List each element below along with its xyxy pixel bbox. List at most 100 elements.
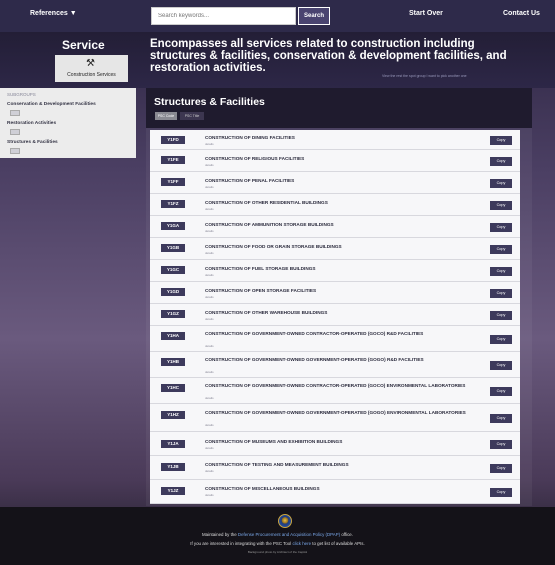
- api-click-here-link[interactable]: click here: [292, 541, 311, 546]
- psc-code-badge: Y1HA: [161, 332, 185, 340]
- service-card-label: Construction Services: [67, 72, 116, 78]
- copy-button[interactable]: Copy: [490, 488, 512, 497]
- table-row: Y1JZ CONSTRUCTION OF MISCELLANEOUS BUILD…: [150, 480, 520, 504]
- psc-details-link[interactable]: details: [205, 396, 214, 400]
- top-nav-bar: References ▼ Search Start Over Contact U…: [0, 0, 555, 32]
- psc-code-badge: Y1FE: [161, 156, 185, 164]
- psc-details-link[interactable]: details: [205, 469, 214, 473]
- psc-code-badge: Y1GB: [161, 244, 185, 252]
- psc-code-badge: Y1HZ: [161, 411, 185, 419]
- agency-seal-icon: [278, 514, 292, 528]
- copy-button[interactable]: Copy: [490, 157, 512, 166]
- footer-photo-credit: Background photo by Architect of the Cap…: [247, 550, 308, 554]
- references-menu[interactable]: References ▼: [30, 10, 77, 17]
- table-row: Y1FZ CONSTRUCTION OF OTHER RESIDENTIAL B…: [150, 194, 520, 216]
- psc-code-badge: Y1FZ: [161, 200, 185, 208]
- psc-code-badge: Y1HB: [161, 358, 185, 366]
- footer-text: If you are interested in integrating wit…: [190, 541, 292, 546]
- psc-code-badge: Y1JA: [161, 440, 185, 448]
- footer-text: to get list of available APIs.: [312, 541, 365, 546]
- psc-code-badge: Y1GD: [161, 288, 185, 296]
- psc-details-link[interactable]: details: [205, 446, 214, 450]
- footer-text: office.: [341, 532, 353, 537]
- psc-title: CONSTRUCTION OF RELIGIOUS FACILITIES: [205, 156, 305, 161]
- subgroup-count-badge: [10, 148, 20, 154]
- psc-details-link[interactable]: details: [205, 423, 214, 427]
- psc-details-link[interactable]: details: [205, 142, 214, 146]
- psc-title: CONSTRUCTION OF OTHER RESIDENTIAL BUILDI…: [205, 200, 328, 205]
- psc-title: CONSTRUCTION OF OTHER WAREHOUSE BUILDING…: [205, 310, 328, 315]
- psc-details-link[interactable]: details: [205, 344, 214, 348]
- psc-title: CONSTRUCTION OF MISCELLANEOUS BUILDINGS: [205, 486, 320, 491]
- psc-details-link[interactable]: details: [205, 163, 214, 167]
- psc-title: CONSTRUCTION OF GOVERNMENT-OWNED GOVERNM…: [205, 410, 466, 415]
- table-row: Y1GB CONSTRUCTION OF FOOD OR GRAIN STORA…: [150, 238, 520, 260]
- psc-details-link[interactable]: details: [205, 207, 214, 211]
- service-description: Encompasses all services related to cons…: [150, 38, 507, 74]
- start-over-link[interactable]: Start Over: [409, 10, 443, 17]
- subgroup-item-structures[interactable]: Structures & Facilities: [7, 140, 58, 145]
- dpap-link[interactable]: Defense Procurement and Acquisition Poli…: [238, 532, 340, 537]
- footer-maintained-by: Maintained by the Defense Procurement an…: [0, 532, 555, 537]
- copy-button[interactable]: Copy: [490, 136, 512, 145]
- service-card[interactable]: ⚒ Construction Services: [55, 55, 128, 82]
- psc-title: CONSTRUCTION OF MUSEUMS AND EXHIBITION B…: [205, 439, 343, 444]
- psc-code-badge: Y1HC: [161, 384, 185, 392]
- copy-button[interactable]: Copy: [490, 311, 512, 320]
- search-input[interactable]: [151, 7, 296, 25]
- psc-title: CONSTRUCTION OF DINING FACILITIES: [205, 135, 295, 140]
- table-row: Y1FE CONSTRUCTION OF RELIGIOUS FACILITIE…: [150, 150, 520, 172]
- table-row: Y1FD CONSTRUCTION OF DINING FACILITIES d…: [150, 130, 520, 150]
- hammer-icon: ⚒: [86, 58, 95, 69]
- psc-details-link[interactable]: details: [205, 370, 214, 374]
- table-row: Y1GZ CONSTRUCTION OF OTHER WAREHOUSE BUI…: [150, 304, 520, 326]
- psc-title: CONSTRUCTION OF FOOD OR GRAIN STORAGE BU…: [205, 244, 342, 249]
- psc-details-link[interactable]: details: [205, 251, 214, 255]
- tab-psc-code[interactable]: PSC Code: [155, 112, 177, 120]
- psc-details-link[interactable]: details: [205, 229, 214, 233]
- psc-code-badge: Y1JB: [161, 463, 185, 471]
- subgroup-item-conservation[interactable]: Conservation & Development Facilities: [7, 102, 96, 107]
- copy-button[interactable]: Copy: [490, 201, 512, 210]
- psc-code-badge: Y1GZ: [161, 310, 185, 318]
- contact-us-link[interactable]: Contact Us: [503, 10, 540, 17]
- table-row: Y1FF CONSTRUCTION OF PENAL FACILITIES de…: [150, 172, 520, 194]
- subgroup-item-restoration[interactable]: Restoration Activities: [7, 121, 56, 126]
- copy-button[interactable]: Copy: [490, 387, 512, 396]
- psc-title: CONSTRUCTION OF TESTING AND MEASUREMENT …: [205, 462, 349, 467]
- service-note-link[interactable]: View the rest the spot group I want to p…: [382, 74, 467, 78]
- table-row: Y1JB CONSTRUCTION OF TESTING AND MEASURE…: [150, 456, 520, 480]
- subgroup-panel: SUBGROUPS Conservation & Development Fac…: [0, 88, 136, 158]
- copy-button[interactable]: Copy: [490, 361, 512, 370]
- psc-code-badge: Y1GC: [161, 266, 185, 274]
- copy-button[interactable]: Copy: [490, 440, 512, 449]
- copy-button[interactable]: Copy: [490, 267, 512, 276]
- psc-details-link[interactable]: details: [205, 185, 214, 189]
- footer-api-note: If you are interested in integrating wit…: [0, 541, 555, 546]
- psc-title: CONSTRUCTION OF PENAL FACILITIES: [205, 178, 295, 183]
- psc-details-link[interactable]: details: [205, 273, 214, 277]
- psc-details-link[interactable]: details: [205, 295, 214, 299]
- table-row: Y1JA CONSTRUCTION OF MUSEUMS AND EXHIBIT…: [150, 432, 520, 456]
- copy-button[interactable]: Copy: [490, 223, 512, 232]
- table-row: Y1HB CONSTRUCTION OF GOVERNMENT-OWNED GO…: [150, 352, 520, 378]
- psc-details-link[interactable]: details: [205, 493, 214, 497]
- psc-title: CONSTRUCTION OF OPEN STORAGE FACILITIES: [205, 288, 317, 293]
- copy-button[interactable]: Copy: [490, 414, 512, 423]
- psc-title: CONSTRUCTION OF AMMUNITION STORAGE BUILD…: [205, 222, 334, 227]
- psc-code-badge: Y1FF: [161, 178, 185, 186]
- results-title: Structures & Facilities: [154, 96, 265, 108]
- psc-details-link[interactable]: details: [205, 317, 214, 321]
- subgroup-count-badge: [10, 129, 20, 135]
- copy-button[interactable]: Copy: [490, 464, 512, 473]
- tab-psc-title[interactable]: PSC Title: [180, 112, 204, 120]
- copy-button[interactable]: Copy: [490, 335, 512, 344]
- subgroup-count-badge: [10, 110, 20, 116]
- search-button[interactable]: Search: [298, 7, 330, 25]
- table-row: Y1HA CONSTRUCTION OF GOVERNMENT-OWNED CO…: [150, 326, 520, 352]
- copy-button[interactable]: Copy: [490, 245, 512, 254]
- copy-button[interactable]: Copy: [490, 289, 512, 298]
- table-row: Y1HZ CONSTRUCTION OF GOVERNMENT-OWNED GO…: [150, 404, 520, 432]
- results-header: [146, 88, 532, 128]
- copy-button[interactable]: Copy: [490, 179, 512, 188]
